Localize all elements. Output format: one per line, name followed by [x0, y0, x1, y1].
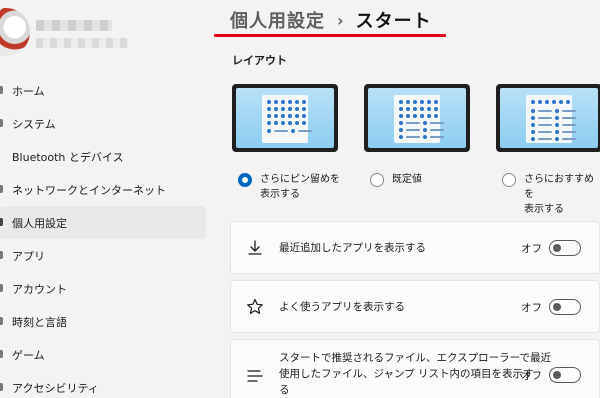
avatar [0, 8, 30, 56]
layout-preview-screen [236, 88, 334, 148]
user-email-redacted [36, 38, 128, 48]
sidebar-item-gaming[interactable]: ゲーム [0, 338, 212, 371]
radio-label-line: 表示する [260, 189, 300, 200]
sidebar-item-home[interactable]: ホーム [0, 74, 212, 107]
account-icon [0, 284, 3, 292]
radio-label-line: さらにおすすめを [524, 174, 594, 200]
sidebar-item-time-language[interactable]: 時刻と言語 [0, 305, 212, 338]
layout-section-label: レイアウト [232, 54, 287, 67]
star-icon [247, 298, 263, 314]
sidebar-item-label: 時刻と言語 [12, 315, 67, 329]
radio-more-recommendations[interactable] [502, 173, 516, 187]
apps-icon [0, 251, 3, 259]
layout-option-default[interactable]: 既定値 [370, 172, 422, 187]
main-content: 個人用設定 › スタート レイアウト さらにピン留めを 表示する 既定値 さらに… [212, 0, 600, 398]
clock-icon [0, 317, 3, 325]
title-underline [214, 34, 446, 37]
sidebar-item-label: システム [12, 117, 56, 131]
toggle-recommended-files[interactable] [549, 367, 581, 383]
chevron-right-icon: › [337, 10, 344, 30]
layout-preview-screen [368, 88, 466, 148]
radio-label-line: 表示する [524, 204, 564, 215]
start-menu-preview [262, 95, 312, 143]
toggle-most-used-apps[interactable] [549, 299, 581, 315]
sidebar-item-accounts[interactable]: アカウント [0, 272, 212, 305]
breadcrumb: 個人用設定 › スタート [230, 6, 432, 34]
sidebar-item-personalization[interactable]: 個人用設定 [0, 206, 206, 239]
sidebar-nav: ホーム システム Bluetooth とデバイス ネットワークとインターネット … [0, 74, 212, 398]
setting-label-line: スタートで推奨されるファイル、エクスプローラーで最近 [279, 352, 552, 364]
toggle-recently-added-apps[interactable] [549, 240, 581, 256]
breadcrumb-parent[interactable]: 個人用設定 [230, 7, 325, 33]
toggle-state-label: オフ [521, 243, 542, 255]
gaming-icon [0, 350, 3, 358]
setting-label: スタートで推奨されるファイル、エクスプローラーで最近 使用したファイル、ジャンプ… [279, 350, 551, 398]
user-profile[interactable] [0, 8, 212, 62]
sidebar-item-label: 個人用設定 [12, 216, 67, 230]
radio-label: さらにピン留めを 表示する [260, 172, 340, 202]
toggle-state-label: オフ [521, 302, 542, 314]
layout-option-more-recommendations[interactable]: さらにおすすめを 表示する [502, 172, 600, 217]
setting-label: 最近追加したアプリを表示する [279, 242, 426, 254]
radio-label: さらにおすすめを 表示する [524, 172, 600, 217]
sidebar-item-apps[interactable]: アプリ [0, 239, 212, 272]
setting-label-line: る [279, 384, 290, 396]
setting-recently-added-apps: 最近追加したアプリを表示する オフ [230, 221, 600, 274]
start-menu-preview [526, 95, 576, 143]
page-title: スタート [355, 11, 432, 32]
sidebar-item-label: アプリ [12, 249, 45, 263]
system-icon [0, 119, 3, 127]
download-icon [248, 240, 262, 255]
sidebar-item-label: ホーム [12, 84, 45, 98]
network-icon [0, 185, 3, 193]
list-icon [247, 370, 263, 382]
sidebar-item-network[interactable]: ネットワークとインターネット [0, 173, 212, 206]
setting-label: よく使うアプリを表示する [279, 301, 405, 313]
user-name-redacted [36, 20, 112, 31]
toggle-state-label: オフ [521, 370, 542, 382]
sidebar-item-label: Bluetooth とデバイス [12, 150, 124, 164]
layout-preview-more-pins[interactable] [232, 84, 338, 152]
layout-preview-more-recommendations[interactable] [496, 84, 600, 152]
radio-label-line: 既定値 [392, 174, 422, 185]
layout-option-more-pins[interactable]: さらにピン留めを 表示する [238, 172, 340, 202]
layout-preview-screen [500, 88, 598, 148]
accessibility-icon [0, 383, 3, 391]
personalization-icon [0, 218, 3, 226]
sidebar: ホーム システム Bluetooth とデバイス ネットワークとインターネット … [0, 0, 212, 398]
radio-label: 既定値 [392, 172, 422, 187]
sidebar-item-label: アカウント [12, 282, 67, 296]
radio-label-line: さらにピン留めを [260, 174, 340, 185]
layout-preview-default[interactable] [364, 84, 470, 152]
sidebar-item-label: アクセシビリティ [12, 381, 99, 395]
radio-more-pins[interactable] [238, 173, 252, 187]
setting-label-line: 使用したファイル、ジャンプ リスト内の項目を表示す [279, 368, 534, 380]
home-icon [0, 86, 3, 94]
sidebar-item-label: ネットワークとインターネット [12, 183, 166, 197]
sidebar-item-accessibility[interactable]: アクセシビリティ [0, 371, 212, 398]
sidebar-item-system[interactable]: システム [0, 107, 212, 140]
radio-default[interactable] [370, 173, 384, 187]
sidebar-item-bluetooth-devices[interactable]: Bluetooth とデバイス [0, 140, 212, 173]
setting-most-used-apps: よく使うアプリを表示する オフ [230, 280, 600, 333]
setting-recommended-files: スタートで推奨されるファイル、エクスプローラーで最近 使用したファイル、ジャンプ… [230, 339, 600, 398]
start-menu-preview [394, 95, 444, 143]
sidebar-item-label: ゲーム [12, 348, 45, 362]
